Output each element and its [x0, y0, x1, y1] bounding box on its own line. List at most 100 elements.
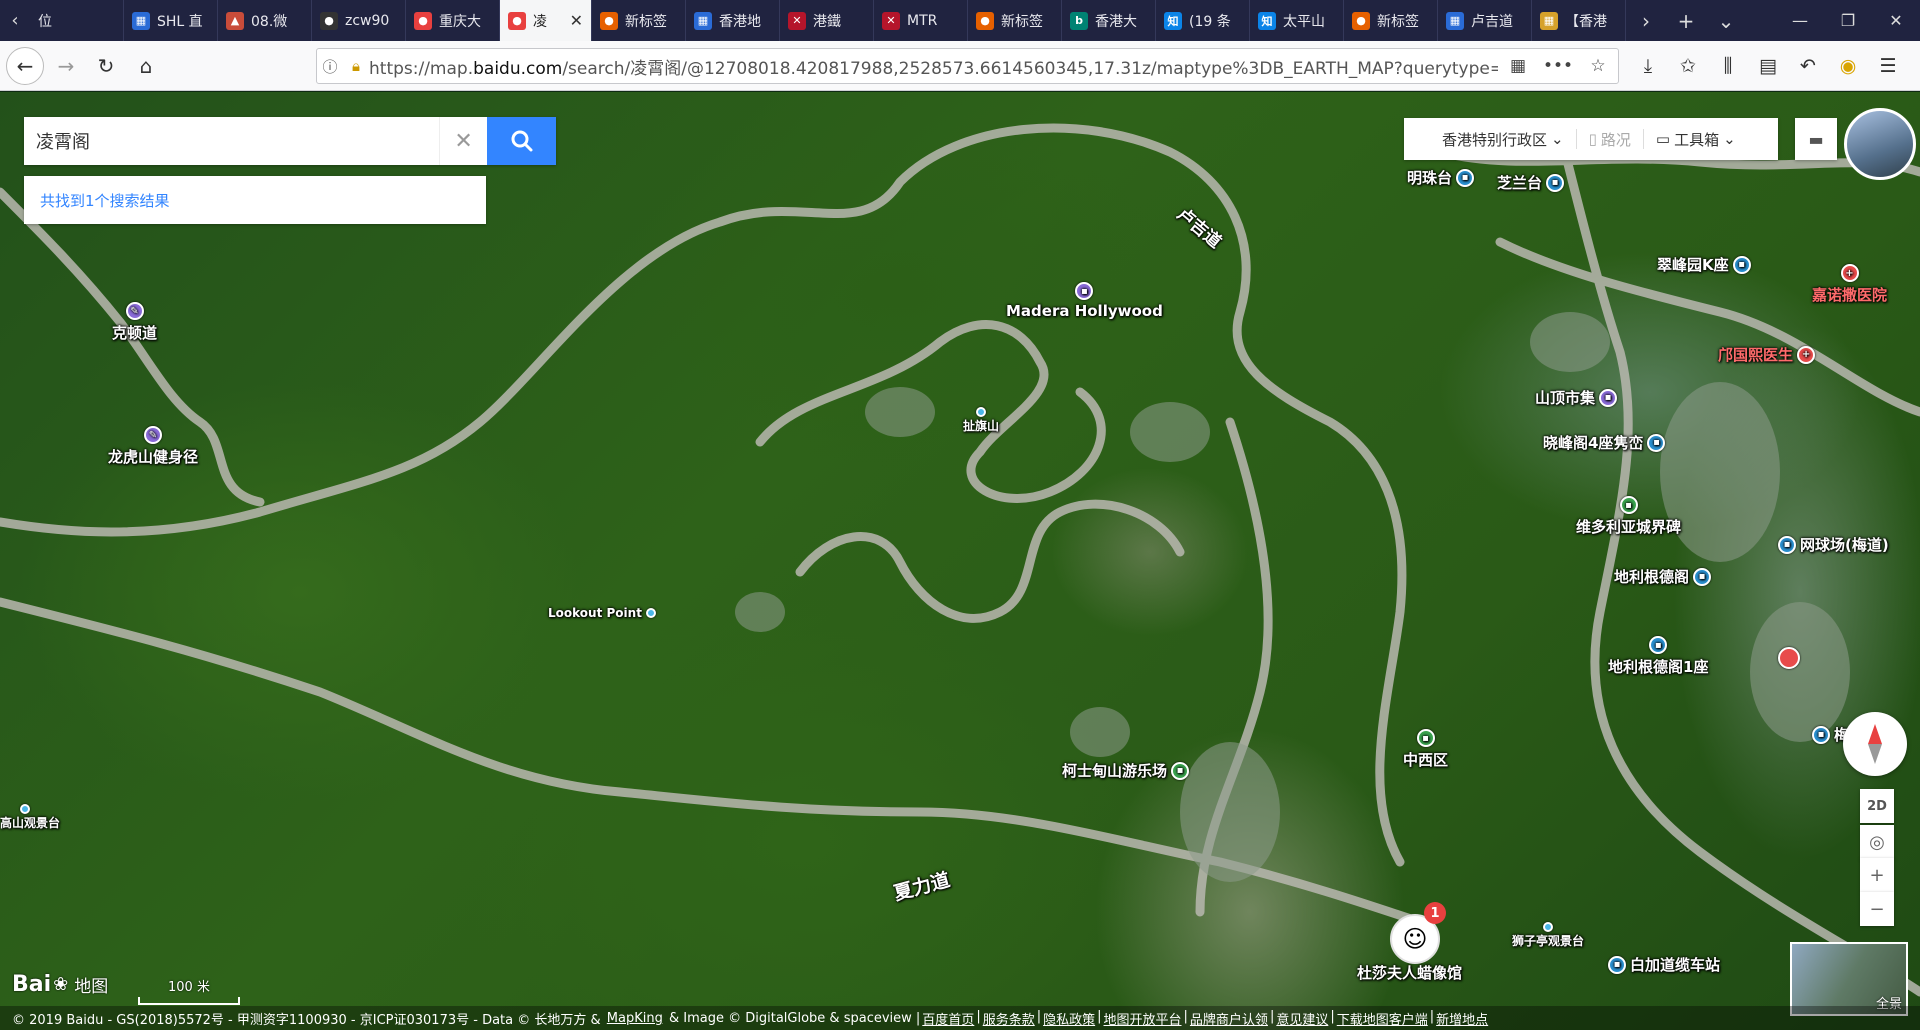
undo-icon[interactable]: ↶ — [1788, 48, 1828, 84]
park-icon: ▪ — [1171, 761, 1190, 780]
poi-xiaofeng[interactable]: 晓峰阁4座隽峦 ▪ — [1543, 432, 1666, 453]
browser-tab[interactable]: ● 新标签 — [592, 0, 686, 41]
poi-victoria-boundary[interactable]: ▪ 维多利亚城界碑 — [1576, 496, 1681, 537]
mapking-link[interactable]: MapKing — [607, 1011, 663, 1026]
poi-kedun-road[interactable]: ✎ 克顿道 — [112, 302, 157, 343]
menu-icon[interactable]: ☰ — [1868, 48, 1908, 84]
poi-mingzhu[interactable]: 明珠台 ▪ — [1407, 167, 1475, 188]
browser-tab[interactable]: 知太平山 — [1250, 0, 1344, 41]
footer-link[interactable]: 百度首页 — [922, 1009, 974, 1028]
browser-tab[interactable]: ✕ 港鐵 — [780, 0, 874, 41]
browser-tab[interactable]: 知 (19 条 — [1156, 0, 1250, 41]
close-tab-icon[interactable]: ✕ — [570, 11, 583, 30]
poi-gaoshan-lookout[interactable]: 高山观景台 — [0, 804, 60, 831]
compass-button[interactable] — [1843, 712, 1907, 776]
tab-scroll-right-button[interactable]: › — [1626, 0, 1666, 41]
message-button[interactable]: ▬ — [1795, 118, 1837, 160]
satellite-map[interactable]: 卢吉道 夏力道 ▪ Madera Hollywood 扯旗山 Lookout Po… — [0, 92, 1920, 1030]
tab-label: 位 — [38, 13, 52, 30]
link-separator: | — [1429, 1008, 1435, 1024]
page-actions-icon[interactable]: ••• — [1538, 56, 1578, 76]
browser-tab[interactable]: ▦ SHL 直 — [124, 0, 218, 41]
footer-link[interactable]: 新增地点 — [1436, 1009, 1488, 1028]
close-window-button[interactable]: ✕ — [1872, 0, 1920, 41]
zoom-out-button[interactable]: − — [1860, 892, 1894, 926]
clear-search-button[interactable]: ✕ — [438, 117, 488, 165]
poi-barker-tram[interactable]: ▪ 白加道缆车站 — [1608, 954, 1720, 975]
poi-madame-tussauds[interactable]: 杜莎夫人蜡像馆 — [1357, 962, 1462, 983]
browser-tab[interactable]: ● 新标签 — [1344, 0, 1438, 41]
browser-tab[interactable]: ● 重庆大 — [406, 0, 500, 41]
url-bar[interactable]: ⓘ 🔒︎ https://map.baidu.com/search/凌霄阁/@1… — [316, 48, 1619, 84]
poi-flagstaff[interactable]: 扯旗山 — [963, 407, 999, 434]
poi-canossa-hospital[interactable]: + 嘉诺撒医院 — [1812, 264, 1887, 305]
search-button[interactable] — [487, 117, 556, 165]
home-button[interactable]: ⌂ — [128, 48, 164, 84]
minimize-button[interactable]: — — [1776, 0, 1824, 41]
poi-madera-hollywood[interactable]: ▪ Madera Hollywood — [1006, 282, 1163, 320]
tab-scroll-left-button[interactable]: ‹ — [0, 0, 30, 41]
street-view-thumbnail[interactable] — [1844, 108, 1916, 180]
poi-longhu-trail[interactable]: ✎ 龙虎山健身径 — [108, 426, 198, 467]
search-input[interactable]: 凌霄阁 — [24, 117, 439, 165]
traffic-toggle[interactable]: ▯ 路况 — [1577, 129, 1643, 150]
browser-tab[interactable]: ▦ 香港地 — [686, 0, 780, 41]
poi-central-western[interactable]: ▪ 中西区 — [1403, 729, 1448, 770]
poi-tiligen-1[interactable]: ▪ 地利根德阁1座 — [1608, 636, 1708, 677]
poi-lookout-point[interactable]: Lookout Point — [548, 606, 656, 620]
footer-link[interactable]: 地图开放平台 — [1104, 1009, 1182, 1028]
baidu-map-logo[interactable]: Bai ❀ 地图 — [12, 972, 108, 997]
browser-tab[interactable]: ● zcw90 — [312, 0, 406, 41]
footer-link[interactable]: 隐私政策 — [1043, 1009, 1095, 1028]
browser-tab[interactable]: ▦ 【香港 — [1532, 0, 1626, 41]
footer-link[interactable]: 下载地图客户端 — [1337, 1009, 1428, 1028]
2d-toggle-button[interactable]: 2D — [1860, 789, 1894, 823]
footer-link[interactable]: 服务条款 — [983, 1009, 1035, 1028]
favicon-icon: ▦ — [694, 11, 712, 30]
library-icon[interactable]: ⫼ — [1708, 48, 1748, 84]
poi-restaurant-marker[interactable] — [1778, 647, 1800, 669]
browser-tab[interactable]: ● 凌 ✕ — [500, 0, 592, 41]
tab-list-button[interactable]: ⌄ — [1706, 0, 1746, 41]
browser-tab[interactable]: ▲ 08.微 — [218, 0, 312, 41]
favorites-icon[interactable]: ✩ — [1668, 48, 1708, 84]
zoom-in-button[interactable]: + — [1860, 858, 1894, 892]
copyright-bar: © 2019 Baidu - GS(2018)5572号 - 甲测资字11009… — [0, 1006, 1920, 1030]
forward-button[interactable]: → — [48, 48, 84, 84]
footer-link[interactable]: 品牌商户认领 — [1190, 1009, 1268, 1028]
poi-lion-pavilion[interactable]: 狮子亭观景台 — [1512, 922, 1584, 949]
download-icon[interactable]: ⤓ — [1628, 48, 1668, 84]
browser-tab[interactable]: ✕ MTR — [874, 0, 968, 41]
navigation-bar: ← → ↻ ⌂ ⓘ 🔒︎ https://map.baidu.com/searc… — [0, 41, 1920, 91]
extension-icon[interactable]: ◉ — [1828, 48, 1868, 84]
browser-tab[interactable]: 位 — [30, 0, 124, 41]
toolbox-button[interactable]: ▭ 工具箱 ⌄ — [1644, 129, 1748, 150]
poi-peak-market[interactable]: 山顶市集 ▪ — [1535, 387, 1618, 408]
back-button[interactable]: ← — [6, 46, 44, 85]
poi-tennis-court[interactable]: ▪ 网球场(梅道) — [1778, 534, 1889, 555]
footer-link[interactable]: 意见建议 — [1276, 1009, 1328, 1028]
browser-tab[interactable]: b 香港大 — [1062, 0, 1156, 41]
lock-warning-icon[interactable]: 🔒︎ — [343, 57, 369, 75]
favicon-icon: ▦ — [1446, 11, 1464, 30]
bookmark-star-icon[interactable]: ☆ — [1578, 56, 1618, 76]
search-result-summary[interactable]: 共找到1个搜索结果 — [24, 176, 486, 224]
poi-qiuguoxi-doctor[interactable]: 邝国熙医生 + — [1718, 344, 1816, 365]
url-text[interactable]: https://map.baidu.com/search/凌霄阁/@127080… — [369, 54, 1498, 79]
sidebar-icon[interactable]: ▤ — [1748, 48, 1788, 84]
restore-button[interactable]: ❐ — [1824, 0, 1872, 41]
poi-zhilan[interactable]: 芝兰台 ▪ — [1497, 172, 1565, 193]
locate-button[interactable]: ◎ — [1860, 825, 1894, 859]
reload-button[interactable]: ↻ — [88, 48, 124, 84]
browser-tab[interactable]: ▦ 卢吉道 — [1438, 0, 1532, 41]
search-result-marker[interactable]: ☺ 1 — [1390, 902, 1446, 964]
poi-mount-austin-playground[interactable]: 柯士甸山游乐场 ▪ — [1062, 760, 1190, 781]
poi-tiligen[interactable]: 地利根德阁 ▪ — [1614, 566, 1712, 587]
info-icon[interactable]: ⓘ — [317, 56, 343, 77]
new-tab-button[interactable]: + — [1666, 0, 1706, 41]
qr-code-icon[interactable]: ▦ — [1498, 56, 1538, 76]
region-selector[interactable]: 香港特别行政区 ⌄ — [1404, 129, 1576, 150]
browser-tab[interactable]: ● 新标签 — [968, 0, 1062, 41]
poi-cuifeng[interactable]: 翠峰园K座 ▪ — [1657, 254, 1751, 275]
panorama-button[interactable]: 全景 — [1790, 942, 1908, 1016]
